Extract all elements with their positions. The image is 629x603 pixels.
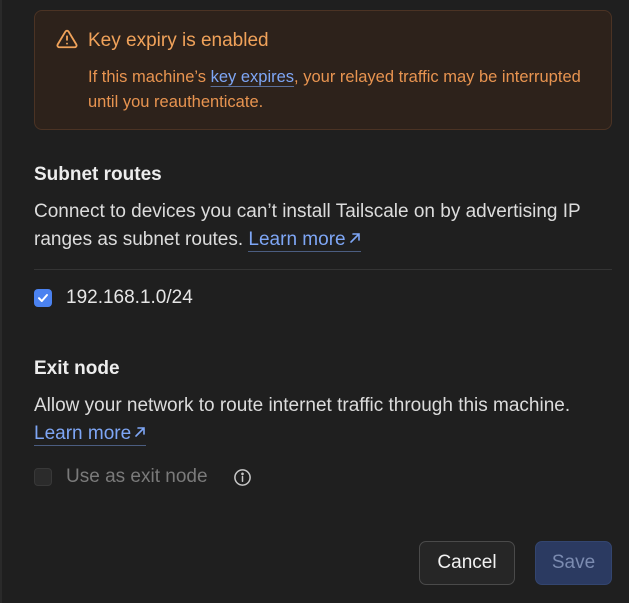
exit-node-description-text: Allow your network to route internet tra… bbox=[34, 395, 571, 416]
subnet-route-checkbox[interactable] bbox=[34, 289, 52, 307]
subnet-learn-more-label: Learn more bbox=[248, 229, 346, 250]
external-arrow-icon bbox=[349, 233, 360, 243]
subnet-route-label: 192.168.1.0/24 bbox=[66, 287, 193, 308]
section-divider bbox=[34, 269, 612, 270]
exit-node-row: Use as exit node bbox=[34, 466, 252, 488]
dialog-edge bbox=[0, 0, 2, 603]
warning-text-before: If this machine’s bbox=[88, 68, 211, 86]
exit-node-title: Exit node bbox=[34, 358, 120, 379]
exit-node-checkbox[interactable] bbox=[34, 468, 52, 486]
key-expiry-warning: Key expiry is enabled If this machine’s … bbox=[34, 10, 612, 130]
warning-body: If this machine’s key expires, your rela… bbox=[88, 65, 598, 115]
cancel-button[interactable]: Cancel bbox=[419, 541, 515, 585]
exit-node-description: Allow your network to route internet tra… bbox=[34, 392, 614, 448]
save-button[interactable]: Save bbox=[535, 541, 612, 585]
exit-node-label: Use as exit node bbox=[66, 466, 208, 487]
warning-triangle-icon bbox=[56, 29, 78, 49]
warning-title: Key expiry is enabled bbox=[88, 30, 269, 51]
info-icon[interactable] bbox=[233, 468, 252, 487]
checkmark-icon bbox=[38, 294, 48, 302]
subnet-learn-more-link[interactable]: Learn more bbox=[248, 229, 361, 252]
exit-node-learn-more-link[interactable]: Learn more bbox=[34, 423, 147, 446]
subnet-route-row: 192.168.1.0/24 bbox=[34, 287, 193, 309]
subnet-routes-title: Subnet routes bbox=[34, 164, 162, 185]
external-arrow-icon bbox=[135, 427, 145, 437]
subnet-routes-description: Connect to devices you can’t install Tai… bbox=[34, 198, 614, 254]
key-expires-link[interactable]: key expires bbox=[211, 68, 294, 86]
exit-node-learn-more-label: Learn more bbox=[34, 423, 132, 444]
edit-route-settings-dialog: Key expiry is enabled If this machine’s … bbox=[0, 0, 629, 603]
